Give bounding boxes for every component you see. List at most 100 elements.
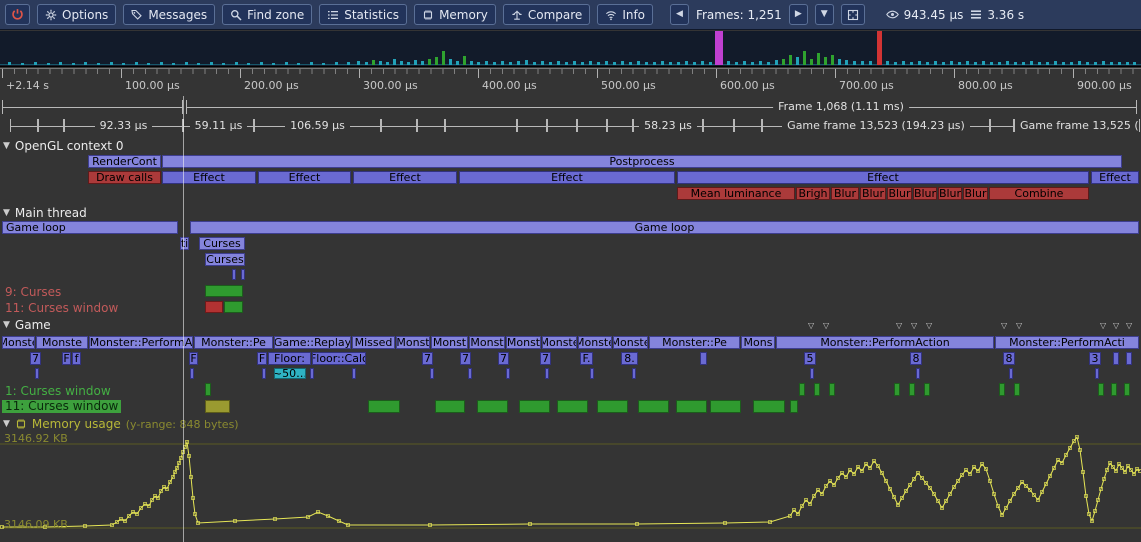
lock-activity-bar[interactable] — [1111, 383, 1117, 396]
zone-blur[interactable]: Blur — [887, 187, 912, 200]
zone-marker[interactable] — [352, 368, 356, 379]
zone-monste[interactable]: Monste — [542, 336, 577, 349]
lock-activity-bar[interactable] — [814, 383, 820, 396]
lock-activity-bar[interactable] — [999, 383, 1005, 396]
zone-marker[interactable] — [1113, 352, 1119, 365]
lock-activity-bar[interactable] — [909, 383, 915, 396]
zone-marker[interactable] — [262, 368, 266, 379]
lock-event-marker-icon[interactable]: ▽ — [926, 322, 932, 330]
zone-monster-performaction[interactable]: Monster::PerformAction — [776, 336, 994, 349]
collapse-icon[interactable]: ▼ — [3, 419, 10, 429]
zone-marker[interactable] — [430, 368, 434, 379]
zone-blur[interactable]: Blur — [860, 187, 886, 200]
section-memory[interactable]: ▼Memory usage(y-range: 848 bytes) — [3, 417, 239, 431]
lock-activity-bar[interactable] — [368, 400, 400, 413]
zone-curses[interactable]: Curses — [199, 237, 245, 250]
zone-7[interactable]: 7 — [460, 352, 471, 365]
zone-marker[interactable] — [1095, 368, 1099, 379]
collapse-icon[interactable]: ▼ — [3, 320, 10, 330]
zone-f[interactable]: f — [72, 352, 81, 365]
zone-floor-calc[interactable]: Floor::Calc — [312, 352, 366, 365]
lock-activity-bar[interactable] — [924, 383, 930, 396]
zone-effect[interactable]: Effect — [258, 171, 351, 184]
zone-effect[interactable]: Effect — [1091, 171, 1139, 184]
lock-activity-bar[interactable] — [205, 383, 211, 396]
zone-rendercont[interactable]: RenderCont — [88, 155, 161, 168]
zone-game-loop[interactable]: Game loop — [2, 221, 178, 234]
zone-effect[interactable]: Effect — [459, 171, 675, 184]
zone-floor[interactable]: Floor: — [268, 352, 311, 365]
zone-marker[interactable] — [700, 352, 707, 365]
zone-blur[interactable]: Blur — [938, 187, 962, 200]
zone-monste[interactable]: Monste — [36, 336, 88, 349]
collapse-icon[interactable]: ▼ — [3, 208, 10, 218]
zone-50[interactable]: ~50… — [274, 368, 306, 379]
lock-event-marker-icon[interactable]: ▽ — [1126, 322, 1132, 330]
zone-8[interactable]: 8 — [1003, 352, 1015, 365]
zone-f[interactable]: F — [62, 352, 71, 365]
lock-event-marker-icon[interactable]: ▽ — [823, 322, 829, 330]
lock-activity-bar[interactable] — [710, 400, 741, 413]
zone-marker[interactable] — [632, 368, 636, 379]
zone-monster-pe[interactable]: Monster::Pe — [649, 336, 740, 349]
zone-monste[interactable]: Monste — [578, 336, 612, 349]
zone-marker[interactable] — [35, 368, 39, 379]
memory-usage-graph[interactable] — [0, 430, 1141, 542]
lock-event-marker-icon[interactable]: ▽ — [1100, 322, 1106, 330]
zone-monst[interactable]: Monst — [469, 336, 505, 349]
zone-mons[interactable]: Mons — [741, 336, 775, 349]
lock-activity-bar[interactable] — [435, 400, 465, 413]
zone-marker[interactable] — [506, 368, 510, 379]
lock-event-marker-icon[interactable]: ▽ — [808, 322, 814, 330]
zone-curses[interactable]: Curses — [205, 253, 245, 266]
zone-mean-luminance[interactable]: Mean luminance — [677, 187, 795, 200]
zone-game-replay[interactable]: Game::Replay — [274, 336, 351, 349]
lock-activity-bar[interactable] — [638, 400, 669, 413]
lock-activity-bar[interactable] — [1124, 383, 1130, 396]
section-opengl[interactable]: ▼OpenGL context 0 — [3, 139, 123, 153]
lock-activity-bar[interactable] — [829, 383, 835, 396]
zone-8[interactable]: 8 — [910, 352, 922, 365]
zone-blur[interactable]: Blur — [913, 187, 937, 200]
zone-monste[interactable]: Monste — [2, 336, 35, 349]
lock-event-marker-icon[interactable]: ▽ — [1001, 322, 1007, 330]
collapse-icon[interactable]: ▼ — [3, 141, 10, 151]
lock-activity-bar[interactable] — [894, 383, 900, 396]
zone-monster-performa[interactable]: Monster::PerformA — [89, 336, 193, 349]
lock-activity-bar[interactable] — [224, 301, 243, 313]
zone-game-loop[interactable]: Game loop — [190, 221, 1139, 234]
zone-5[interactable]: 5 — [804, 352, 816, 365]
lock-event-marker-icon[interactable]: ▽ — [1113, 322, 1119, 330]
zone-marker[interactable] — [310, 368, 314, 379]
lock-activity-bar[interactable] — [1098, 383, 1104, 396]
lock-event-marker-icon[interactable]: ▽ — [1016, 322, 1022, 330]
lock-activity-bar[interactable] — [753, 400, 785, 413]
zone-monst[interactable]: Monst — [506, 336, 541, 349]
zone-draw-calls[interactable]: Draw calls — [88, 171, 161, 184]
zone-monste[interactable]: Monste — [613, 336, 648, 349]
zone-monster-performacti[interactable]: Monster::PerformActi — [995, 336, 1139, 349]
lock-activity-bar[interactable] — [205, 301, 223, 313]
lock-activity-bar[interactable] — [205, 285, 243, 297]
zone-brigh[interactable]: Brigh — [796, 187, 830, 200]
zone-marker[interactable] — [1126, 352, 1132, 365]
lock-activity-bar[interactable] — [597, 400, 628, 413]
zone-marker[interactable] — [232, 269, 236, 280]
zone-marker[interactable] — [590, 368, 594, 379]
zone-marker[interactable] — [810, 368, 814, 379]
lock-event-marker-icon[interactable]: ▽ — [911, 322, 917, 330]
zone-effect[interactable]: Effect — [162, 171, 256, 184]
zone-f[interactable]: F. — [580, 352, 593, 365]
zone-marker[interactable] — [468, 368, 472, 379]
zone-combine[interactable]: Combine — [989, 187, 1089, 200]
lock-event-marker-icon[interactable]: ▽ — [896, 322, 902, 330]
zone-monst[interactable]: Monst — [431, 336, 468, 349]
zone-f[interactable]: F — [257, 352, 267, 365]
lock-activity-bar[interactable] — [790, 400, 798, 413]
zone-marker[interactable] — [545, 368, 549, 379]
section-main-thread[interactable]: ▼Main thread — [3, 206, 87, 220]
lock-activity-bar[interactable] — [477, 400, 508, 413]
zone-effect[interactable]: Effect — [353, 171, 457, 184]
zone-postprocess[interactable]: Postprocess — [162, 155, 1122, 168]
section-game[interactable]: ▼Game — [3, 318, 51, 332]
